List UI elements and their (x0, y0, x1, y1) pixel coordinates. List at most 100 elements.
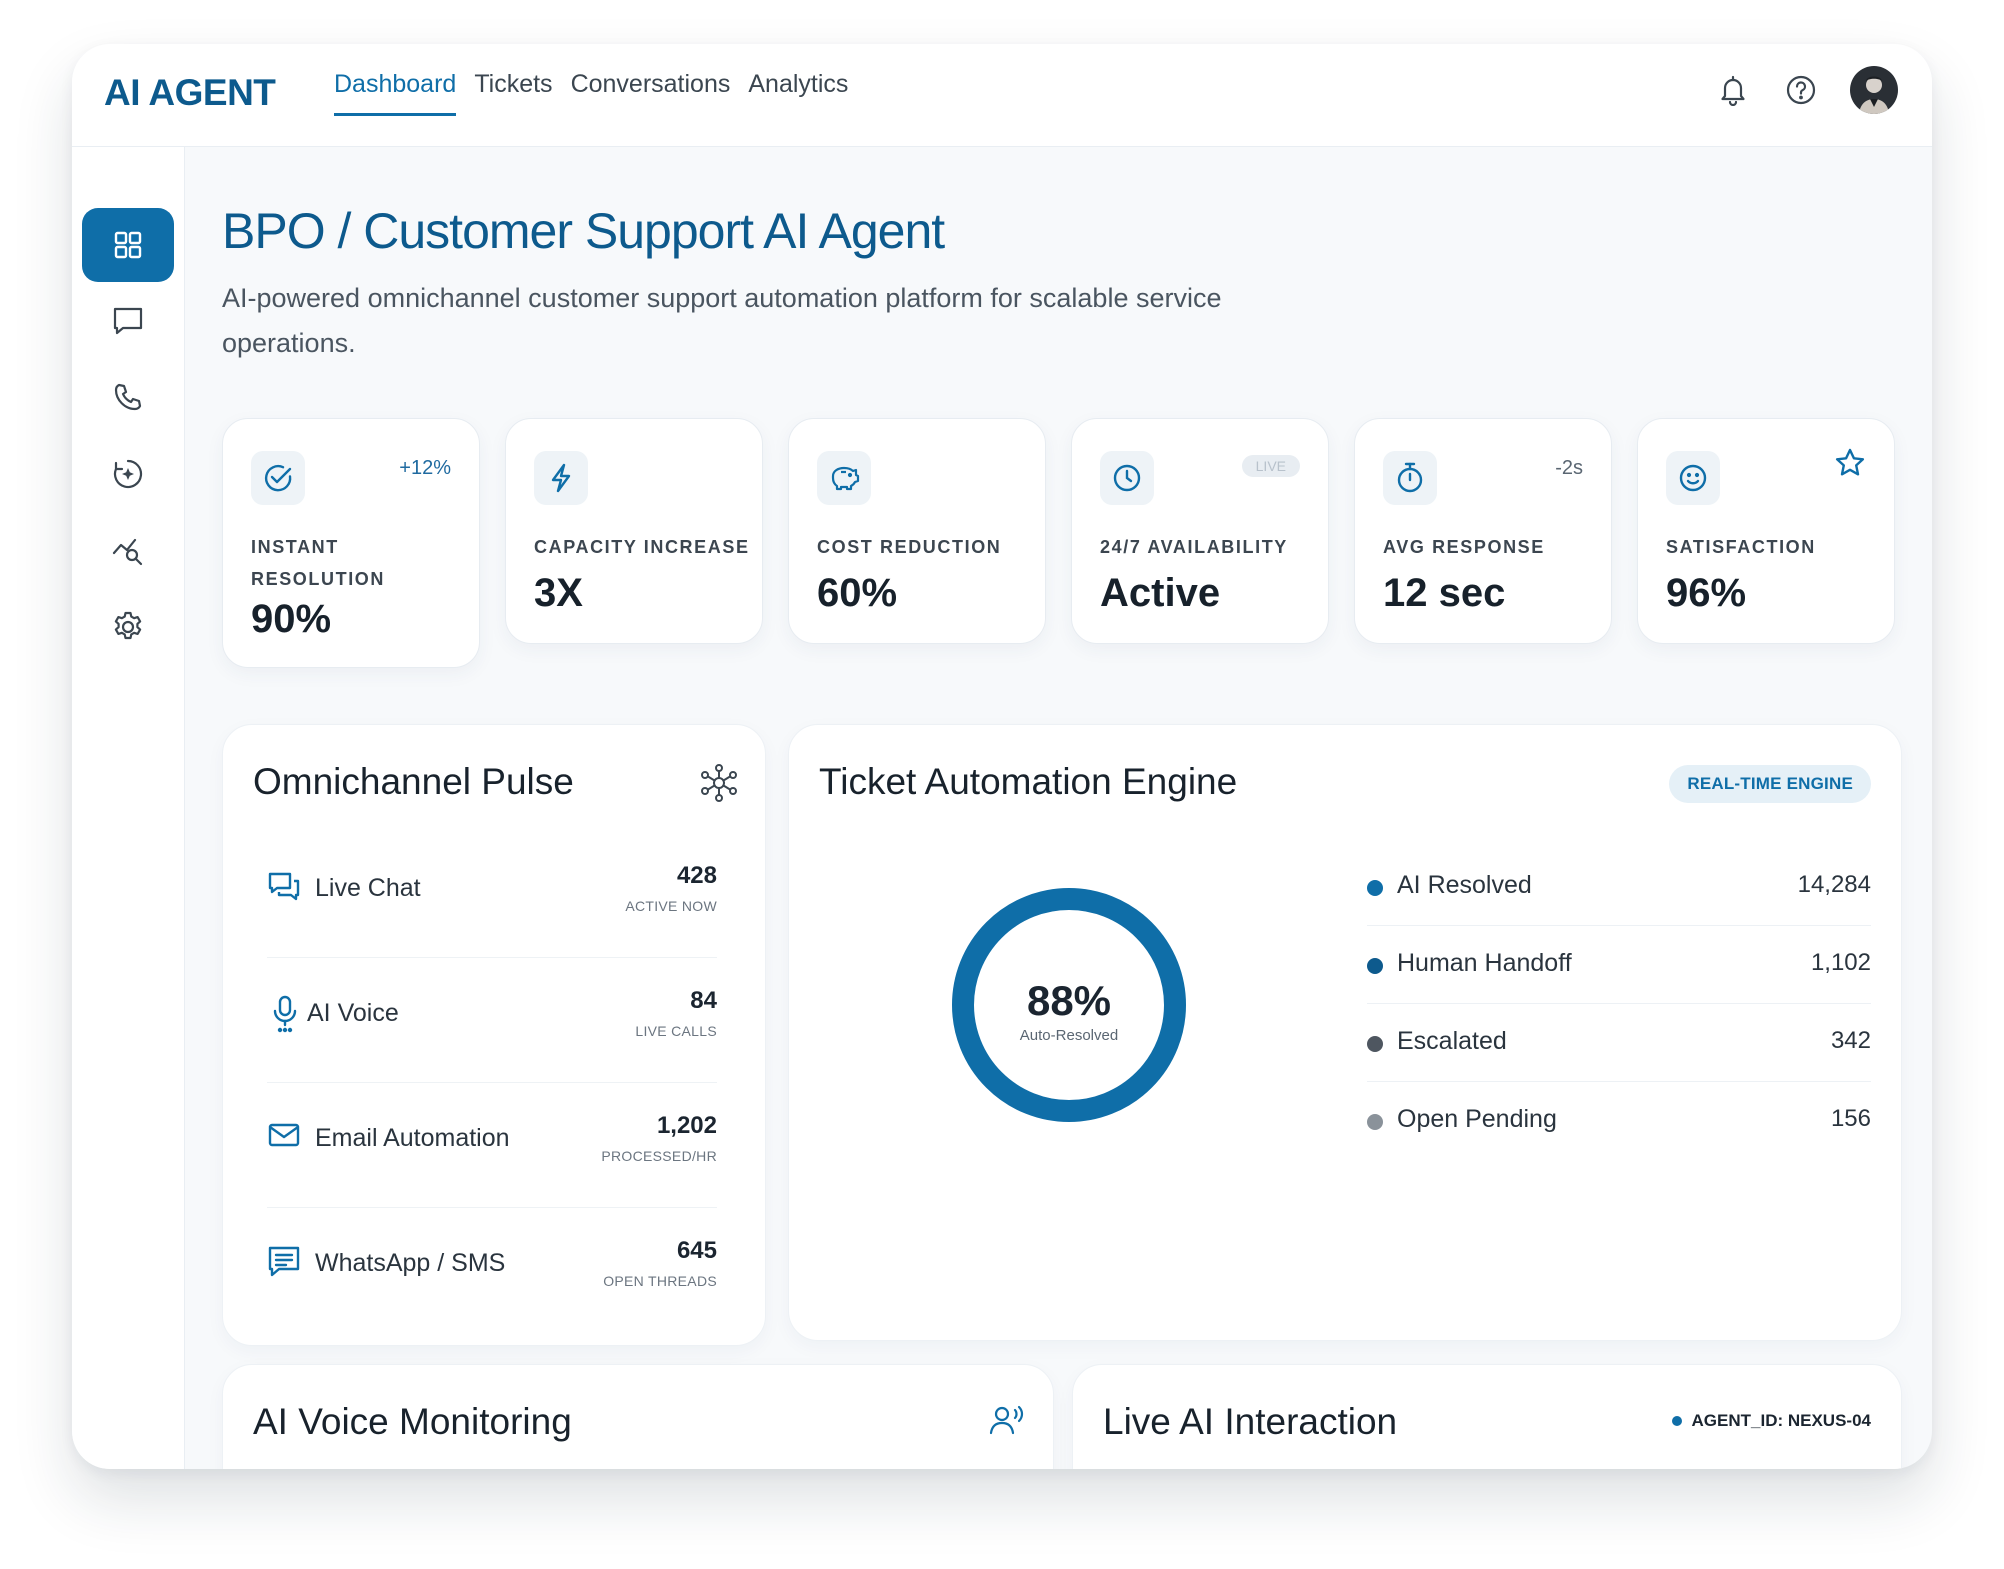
nav-analytics[interactable]: Analytics (748, 70, 848, 116)
phone-icon (114, 383, 142, 411)
message-icon (267, 1245, 301, 1284)
channel-label: Email Automation (315, 1124, 510, 1152)
legend-dot (1367, 1036, 1383, 1052)
channel-value: 428 (676, 862, 717, 889)
realtime-engine-badge: REAL-TIME ENGINE (1669, 765, 1871, 803)
voice-user-icon[interactable] (989, 1403, 1027, 1442)
donut-value: 88% (1026, 977, 1112, 1024)
top-bar: AI AGENT Dashboard Tickets Conversations… (72, 44, 1932, 147)
legend-label: Escalated (1397, 1027, 1507, 1055)
kpi-card-availability[interactable]: LIVE 24/7 AVAILABILITY Active (1071, 418, 1329, 644)
kpi-card-cost-reduction[interactable]: COST REDUCTION 60% (788, 418, 1046, 644)
kpi-label: CAPACITY INCREASE (534, 537, 750, 557)
legend-row-open-pending[interactable]: Open Pending 156 (1367, 1099, 1871, 1159)
kpi-value: 60% (817, 571, 898, 615)
kpi-card-capacity-increase[interactable]: CAPACITY INCREASE 3X (505, 418, 763, 644)
kpi-label: COST REDUCTION (817, 537, 1002, 557)
gear-icon (114, 611, 142, 640)
top-actions (1714, 66, 1898, 114)
kpi-label: INSTANT RESOLUTION (251, 537, 386, 589)
legend-label: Open Pending (1397, 1105, 1557, 1133)
star-icon[interactable] (1834, 447, 1866, 485)
row-divider (267, 1082, 717, 1083)
channel-value: 1,202 (656, 1112, 717, 1139)
legend-value: 156 (1830, 1105, 1871, 1132)
ai-voice-monitoring-panel: AI Voice Monitoring (222, 1364, 1054, 1469)
legend-label: AI Resolved (1397, 871, 1532, 899)
channel-sub: LIVE CALLS (635, 1023, 717, 1039)
legend-dot (1367, 880, 1383, 896)
grid-icon (114, 231, 142, 259)
app-logo[interactable]: AI AGENT (104, 72, 276, 114)
kpi-value: 3X (534, 571, 583, 615)
legend-row-ai-resolved[interactable]: AI Resolved 14,284 (1367, 865, 1871, 926)
kpi-card-instant-resolution[interactable]: +12% INSTANT RESOLUTION 90% (222, 418, 480, 668)
sidebar-item-conversations[interactable] (82, 284, 174, 358)
kpi-badge: -2s (1555, 457, 1583, 479)
channel-row-email[interactable]: Email Automation 1,202 PROCESSED/HR (267, 1112, 717, 1182)
panel-title: Omnichannel Pulse (253, 761, 574, 802)
sidebar-item-ai-engine[interactable] (82, 437, 174, 511)
legend-value: 1,102 (1810, 949, 1871, 976)
mail-icon (267, 1120, 301, 1155)
legend-label: Human Handoff (1397, 949, 1572, 977)
omnichannel-pulse-panel: Omnichannel Pulse Live Chat 428 ACTIVE N… (222, 724, 766, 1346)
network-icon[interactable] (699, 763, 739, 808)
kpi-badge: +12% (399, 457, 451, 479)
donut-label: Auto-Resolved (1019, 1027, 1119, 1044)
sidebar-item-dashboard[interactable] (82, 208, 174, 282)
sidebar-item-analytics[interactable] (82, 513, 174, 587)
avatar[interactable] (1850, 66, 1898, 114)
legend-dot (1367, 1114, 1383, 1130)
help-icon[interactable] (1782, 71, 1820, 109)
legend-row-human-handoff[interactable]: Human Handoff 1,102 (1367, 943, 1871, 1004)
legend-value: 14,284 (1797, 871, 1871, 898)
microphone-icon (271, 995, 299, 1038)
panel-title: Ticket Automation Engine (819, 761, 1238, 802)
agent-id-label: AGENT_ID: NEXUS-04 (1691, 1411, 1871, 1430)
row-divider (267, 957, 717, 958)
agent-id-tag: AGENT_ID: NEXUS-04 (1671, 1411, 1871, 1431)
row-divider (267, 1207, 717, 1208)
status-dot (1671, 1416, 1682, 1426)
sidebar (72, 147, 185, 1469)
kpi-card-satisfaction[interactable]: SATISFACTION 96% (1637, 418, 1895, 644)
legend-value: 342 (1830, 1027, 1871, 1054)
app-window: AI AGENT Dashboard Tickets Conversations… (72, 44, 1932, 1469)
channel-value: 84 (690, 987, 717, 1014)
channel-label: AI Voice (307, 999, 399, 1027)
channel-value: 645 (676, 1237, 717, 1264)
channel-row-ai-voice[interactable]: AI Voice 84 LIVE CALLS (267, 987, 717, 1057)
nav-tickets[interactable]: Tickets (474, 70, 552, 116)
kpi-label: AVG RESPONSE (1383, 537, 1545, 557)
kpi-value: 96% (1666, 571, 1747, 615)
legend-dot (1367, 958, 1383, 974)
clock-icon (1100, 451, 1154, 505)
channel-label: WhatsApp / SMS (315, 1249, 506, 1277)
kpi-card-avg-response[interactable]: -2s AVG RESPONSE 12 sec (1354, 418, 1612, 644)
sidebar-item-calls[interactable] (82, 360, 174, 434)
sidebar-item-settings[interactable] (82, 590, 174, 664)
channel-label: Live Chat (315, 874, 421, 902)
panel-title: Live AI Interaction (1103, 1401, 1398, 1442)
nav-conversations[interactable]: Conversations (571, 70, 731, 116)
page-subtitle: AI-powered omnichannel customer support … (222, 283, 1222, 358)
channel-row-whatsapp-sms[interactable]: WhatsApp / SMS 645 OPEN THREADS (267, 1237, 717, 1307)
channel-sub: PROCESSED/HR (601, 1148, 717, 1164)
ai-sparkle-icon (113, 459, 143, 489)
nav-dashboard[interactable]: Dashboard (334, 70, 457, 116)
bell-icon[interactable] (1714, 71, 1752, 109)
legend-row-escalated[interactable]: Escalated 342 (1367, 1021, 1871, 1082)
channel-row-live-chat[interactable]: Live Chat 428 ACTIVE NOW (267, 862, 717, 932)
ticket-automation-panel: Ticket Automation Engine REAL-TIME ENGIN… (788, 724, 1902, 1341)
kpi-value: 90% (251, 597, 332, 641)
live-ai-interaction-panel: Live AI Interaction AGENT_ID: NEXUS-04 (1072, 1364, 1902, 1469)
main-nav: Dashboard Tickets Conversations Analytic… (334, 70, 848, 116)
kpi-value: Active (1100, 571, 1221, 615)
check-circle-icon (251, 451, 305, 505)
kpi-label: SATISFACTION (1666, 537, 1816, 557)
analytics-search-icon (112, 538, 143, 566)
stopwatch-icon (1383, 451, 1437, 505)
chat-icon (267, 870, 301, 907)
channel-sub: ACTIVE NOW (625, 898, 717, 914)
